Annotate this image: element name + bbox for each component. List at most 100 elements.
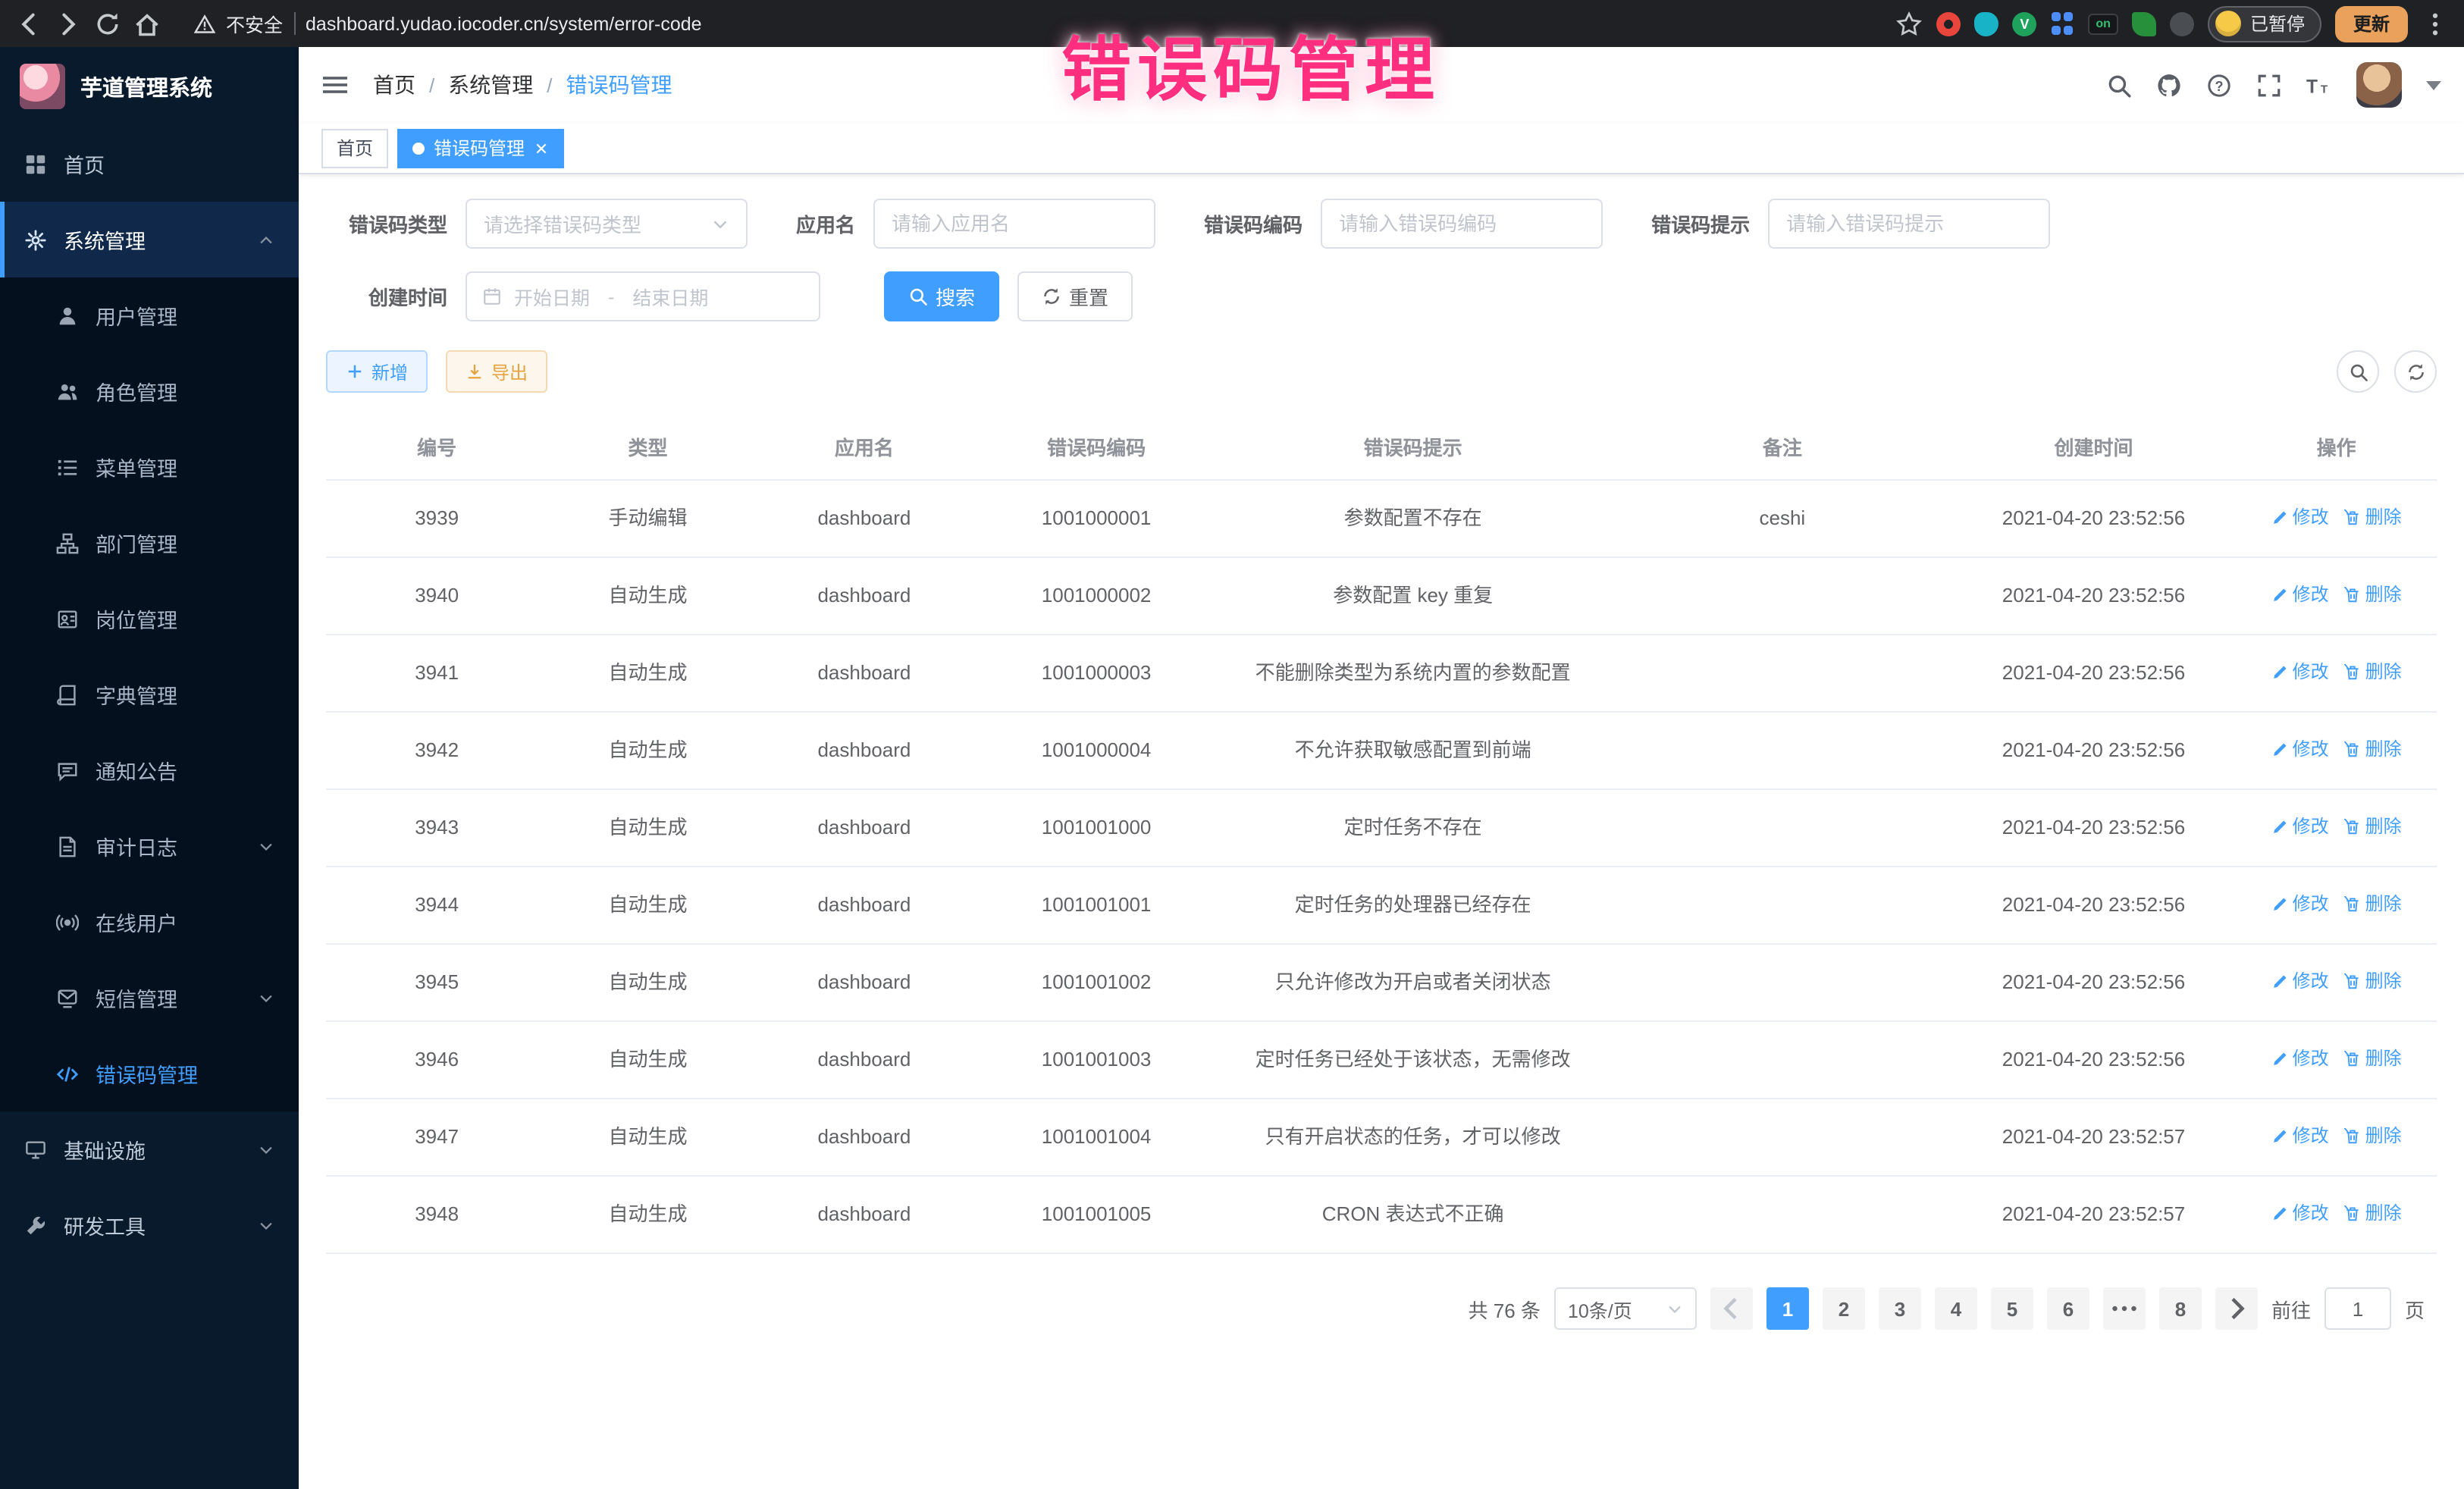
extension-leaf-icon[interactable] bbox=[2132, 11, 2156, 36]
search-icon[interactable] bbox=[2106, 72, 2132, 98]
user-avatar[interactable] bbox=[2356, 62, 2402, 108]
extension-vue-icon[interactable]: V bbox=[2012, 11, 2036, 36]
breadcrumb-system[interactable]: 系统管理 bbox=[448, 70, 533, 100]
edit-link[interactable]: 修改 bbox=[2271, 503, 2329, 531]
delete-link[interactable]: 删除 bbox=[2344, 1045, 2402, 1072]
logo[interactable]: 芋道管理系统 bbox=[0, 47, 299, 126]
table-row: 3948自动生成dashboard1001001005CRON 表达式不正确20… bbox=[326, 1177, 2437, 1254]
sidebar-item[interactable]: 基础设施 bbox=[0, 1111, 299, 1187]
edit-link[interactable]: 修改 bbox=[2271, 735, 2329, 763]
date-range-picker[interactable]: 开始日期 - 结束日期 bbox=[466, 271, 820, 321]
toggle-search-button[interactable] bbox=[2337, 350, 2379, 393]
page-button-6[interactable]: 6 bbox=[2047, 1287, 2089, 1330]
sidebar-item[interactable]: 菜单管理 bbox=[0, 429, 299, 505]
error-type-select[interactable]: 请选择错误码类型 bbox=[466, 199, 748, 249]
edit-link[interactable]: 修改 bbox=[2271, 658, 2329, 685]
hamburger-icon[interactable] bbox=[321, 71, 349, 99]
error-msg-input[interactable] bbox=[1768, 199, 2050, 249]
sidebar-item[interactable]: 岗位管理 bbox=[0, 581, 299, 657]
delete-link[interactable]: 删除 bbox=[2344, 1199, 2402, 1227]
search-button[interactable]: 搜索 bbox=[884, 271, 999, 321]
next-page-button[interactable] bbox=[2215, 1287, 2258, 1330]
breadcrumb-home[interactable]: 首页 bbox=[373, 70, 415, 100]
page-button-8[interactable]: 8 bbox=[2159, 1287, 2202, 1330]
page-button-4[interactable]: 4 bbox=[1935, 1287, 1977, 1330]
delete-link[interactable]: 删除 bbox=[2344, 890, 2402, 917]
sidebar-item[interactable]: 角色管理 bbox=[0, 353, 299, 429]
sidebar-item-label: 错误码管理 bbox=[96, 1058, 198, 1089]
sidebar-item[interactable]: 短信管理 bbox=[0, 960, 299, 1036]
kebab-menu-icon[interactable] bbox=[2422, 10, 2449, 37]
sidebar-item[interactable]: 错误码管理 bbox=[0, 1036, 299, 1111]
extension-record-icon[interactable] bbox=[1936, 11, 1961, 36]
back-icon[interactable] bbox=[15, 10, 42, 37]
edit-icon bbox=[2271, 895, 2288, 912]
forward-icon[interactable] bbox=[55, 10, 82, 37]
delete-link[interactable]: 删除 bbox=[2344, 735, 2402, 763]
app-name-input[interactable] bbox=[873, 199, 1155, 249]
sidebar-item[interactable]: 字典管理 bbox=[0, 657, 299, 732]
page-button-5[interactable]: 5 bbox=[1991, 1287, 2033, 1330]
reset-button[interactable]: 重置 bbox=[1017, 271, 1133, 321]
more-pages-button[interactable] bbox=[2103, 1287, 2146, 1330]
add-button-label: 新增 bbox=[371, 359, 408, 384]
reload-icon[interactable] bbox=[94, 10, 121, 37]
extension-paw-icon[interactable] bbox=[2170, 11, 2194, 36]
extension-seo-icon[interactable]: on bbox=[2088, 13, 2118, 34]
export-button-label: 导出 bbox=[491, 359, 528, 384]
page-size-select[interactable]: 10条/页 bbox=[1554, 1287, 1697, 1330]
export-button[interactable]: 导出 bbox=[446, 350, 547, 393]
error-code-input[interactable] bbox=[1321, 199, 1603, 249]
content: 错误码类型 请选择错误码类型 应用名 错误码编码 bbox=[299, 174, 2464, 1489]
add-button[interactable]: 新增 bbox=[326, 350, 428, 393]
delete-link[interactable]: 删除 bbox=[2344, 813, 2402, 840]
edit-icon bbox=[2271, 1050, 2288, 1067]
sidebar-item[interactable]: 审计日志 bbox=[0, 808, 299, 884]
close-icon[interactable] bbox=[534, 140, 549, 155]
font-size-icon[interactable]: TT bbox=[2306, 72, 2332, 98]
sidebar-item[interactable]: 系统管理 bbox=[0, 202, 299, 277]
page-jump-input[interactable] bbox=[2324, 1287, 2391, 1330]
home-icon[interactable] bbox=[133, 10, 161, 37]
bookmark-star-icon[interactable] bbox=[1895, 10, 1923, 37]
cell-message: 参数配置 key 重复 bbox=[1212, 559, 1613, 634]
tab-label: 错误码管理 bbox=[434, 135, 525, 161]
prev-page-button[interactable] bbox=[1710, 1287, 1753, 1330]
edit-link[interactable]: 修改 bbox=[2271, 813, 2329, 840]
sidebar-item[interactable]: 部门管理 bbox=[0, 505, 299, 581]
fullscreen-icon[interactable] bbox=[2256, 72, 2282, 98]
sidebar-item[interactable]: 首页 bbox=[0, 126, 299, 202]
sidebar-item[interactable]: 用户管理 bbox=[0, 277, 299, 353]
address-bar[interactable]: 不安全 dashboard.yudao.iocoder.cn/system/er… bbox=[194, 9, 1883, 38]
edit-link[interactable]: 修改 bbox=[2271, 1199, 2329, 1227]
page-button-3[interactable]: 3 bbox=[1879, 1287, 1921, 1330]
extension-drop-icon[interactable] bbox=[1974, 11, 1998, 36]
tab-home[interactable]: 首页 bbox=[321, 128, 388, 168]
sidebar-item[interactable]: 研发工具 bbox=[0, 1187, 299, 1263]
refresh-table-button[interactable] bbox=[2394, 350, 2437, 393]
page-button-1[interactable]: 1 bbox=[1766, 1287, 1809, 1330]
sidebar-item[interactable]: 通知公告 bbox=[0, 732, 299, 808]
edit-link[interactable]: 修改 bbox=[2271, 581, 2329, 608]
tab-error-code[interactable]: 错误码管理 bbox=[397, 128, 564, 168]
extension-grid-icon[interactable] bbox=[2050, 11, 2074, 36]
edit-link[interactable]: 修改 bbox=[2271, 1122, 2329, 1149]
delete-link[interactable]: 删除 bbox=[2344, 581, 2402, 608]
update-button[interactable]: 更新 bbox=[2335, 5, 2408, 42]
sidebar-item[interactable]: 在线用户 bbox=[0, 884, 299, 960]
delete-link[interactable]: 删除 bbox=[2344, 967, 2402, 995]
help-icon[interactable]: ? bbox=[2206, 72, 2232, 98]
dict-icon bbox=[56, 683, 79, 706]
edit-link[interactable]: 修改 bbox=[2271, 890, 2329, 917]
delete-link[interactable]: 删除 bbox=[2344, 658, 2402, 685]
edit-link[interactable]: 修改 bbox=[2271, 1045, 2329, 1072]
edit-link[interactable]: 修改 bbox=[2271, 967, 2329, 995]
delete-link[interactable]: 删除 bbox=[2344, 1122, 2402, 1149]
sidebar-item-label: 在线用户 bbox=[96, 907, 177, 937]
trash-icon bbox=[2344, 741, 2361, 757]
delete-link[interactable]: 删除 bbox=[2344, 503, 2402, 531]
github-icon[interactable] bbox=[2156, 72, 2182, 98]
caret-down-icon[interactable] bbox=[2426, 80, 2441, 90]
page-button-2[interactable]: 2 bbox=[1823, 1287, 1865, 1330]
profile-paused-badge[interactable]: 已暂停 bbox=[2208, 5, 2321, 42]
